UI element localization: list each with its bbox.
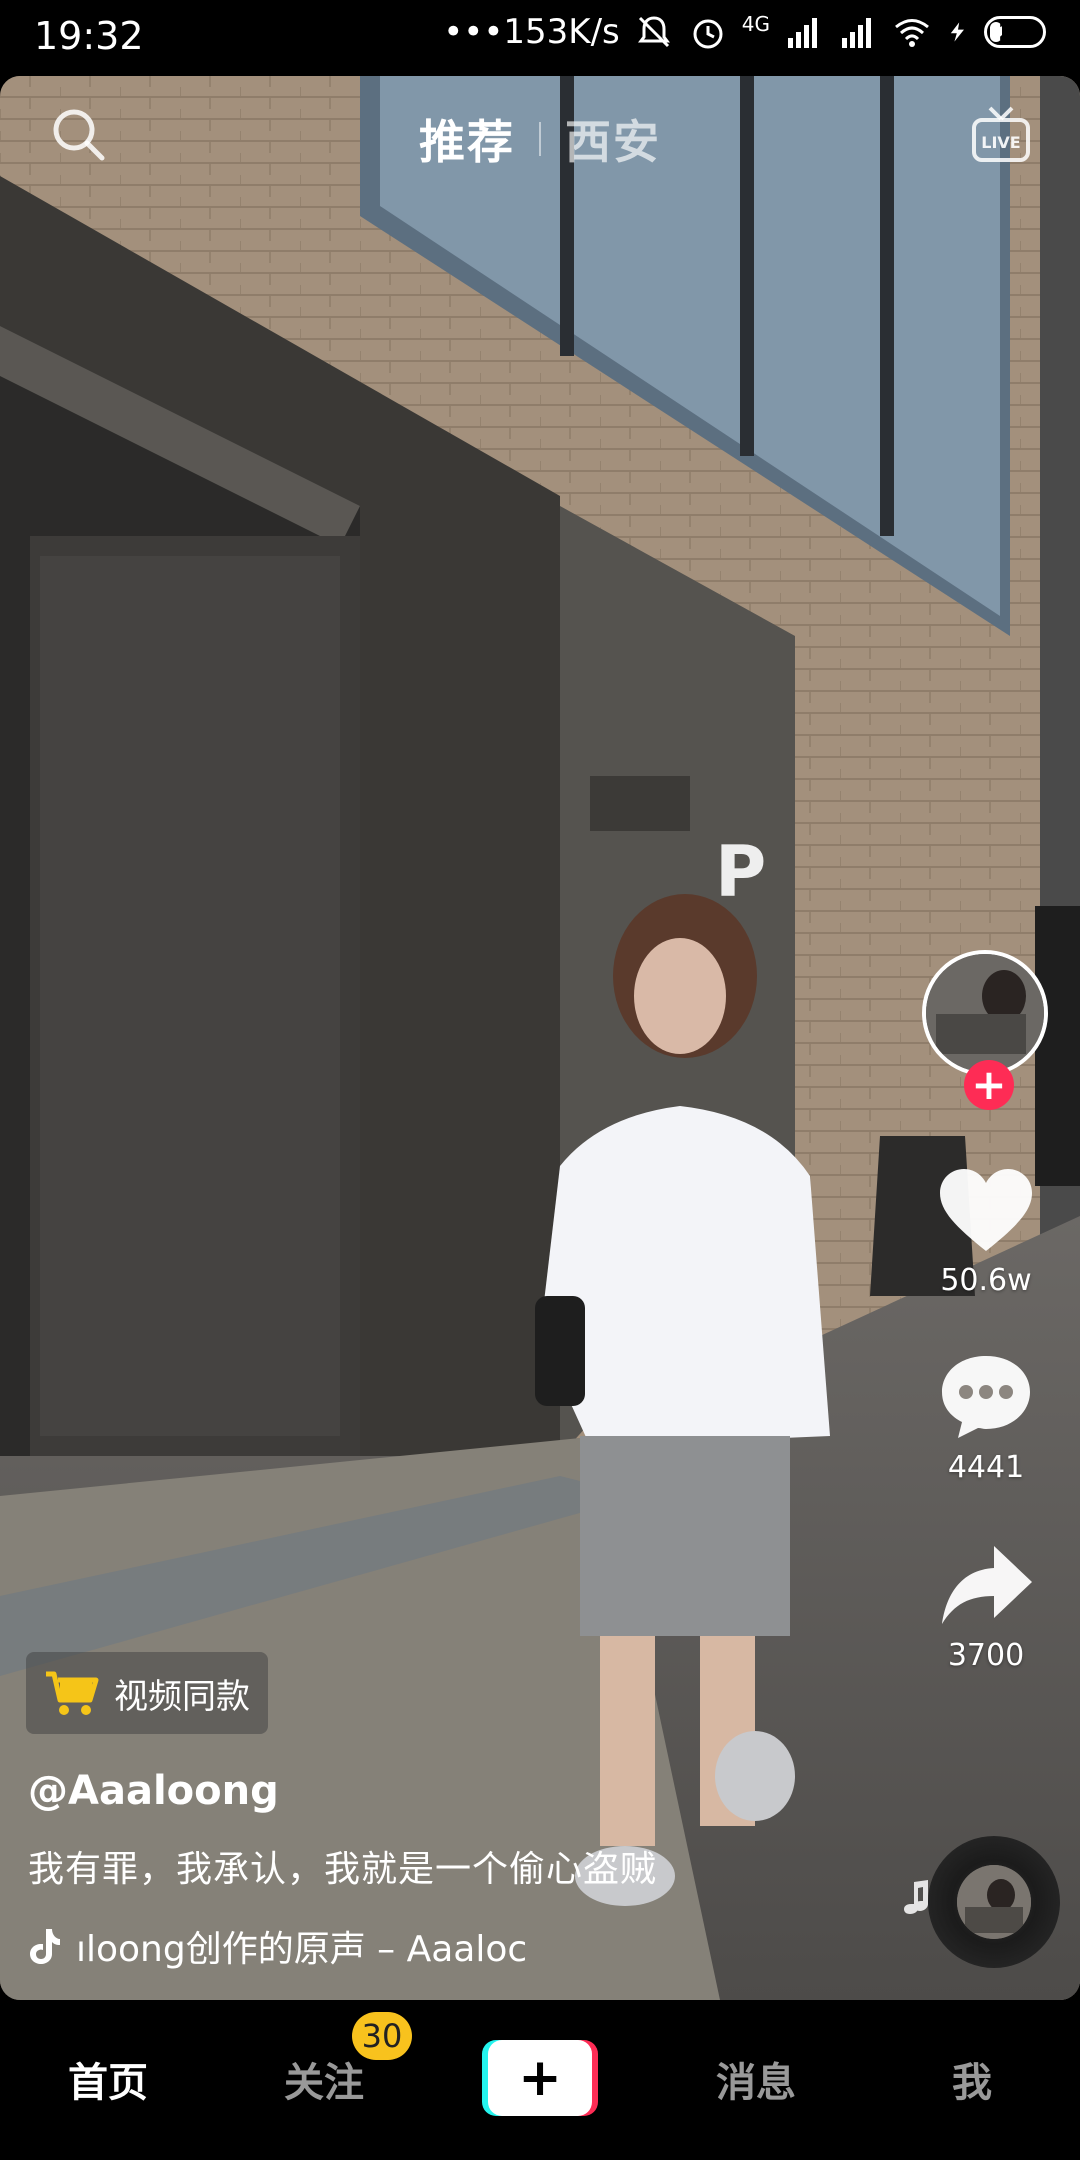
tab-recommend[interactable]: 推荐 <box>419 106 515 172</box>
share-icon[interactable] <box>936 1540 1036 1630</box>
share-count: 3700 <box>947 1638 1025 1673</box>
status-time: 19:32 <box>34 14 144 58</box>
video-caption: 我有罪，我承认，我就是一个偷心盗贼 <box>28 1849 658 1890</box>
like-count: 50.6w <box>940 1263 1032 1298</box>
music-title: ıloong创作的原声 – Aaaloc <box>76 1929 528 1970</box>
disc-cover-image <box>957 1865 1031 1939</box>
music-disc[interactable] <box>928 1836 1064 1972</box>
username[interactable]: @Aaaloong <box>28 1768 279 1814</box>
charging-icon <box>950 22 964 42</box>
follow-button[interactable]: + <box>964 1060 1014 1110</box>
screen: 19:32 •••153K/s 4G 24 P 推荐 西安 LIVE + 50.… <box>0 0 1080 2160</box>
music-info[interactable]: ıloong创作的原声 – Aaaloc <box>28 1920 596 1972</box>
nav-me[interactable]: 我 <box>872 2050 1072 2108</box>
music-disc-outer <box>928 1836 1060 1968</box>
nav-home[interactable]: 首页 <box>8 2050 208 2108</box>
create-button[interactable]: + <box>482 2040 598 2116</box>
avatar[interactable] <box>922 950 1048 1076</box>
cart-icon <box>46 1671 99 1715</box>
shop-label: 视频同款 <box>114 1676 250 1717</box>
live-icon[interactable]: LIVE <box>970 104 1032 166</box>
tab-divider <box>539 122 541 156</box>
avatar-image <box>926 954 1044 1072</box>
mute-bell-icon <box>637 16 670 48</box>
svg-text:P: P <box>715 831 766 913</box>
alarm-icon <box>693 19 723 49</box>
network-speed: •••153K/s <box>443 12 620 52</box>
music-disc-cover <box>957 1865 1031 1939</box>
shop-same-item-button[interactable]: 视频同款 <box>26 1652 268 1734</box>
status-bar: 19:32 •••153K/s 4G 24 <box>0 0 1080 76</box>
bottom-nav: 首页 关注 30 + 消息 我 <box>0 2000 1080 2160</box>
wifi-icon <box>895 19 929 47</box>
top-bar: 推荐 西安 LIVE <box>0 76 1080 196</box>
share-action[interactable]: 3700 <box>906 1540 1066 1673</box>
following-badge: 30 <box>352 2012 412 2060</box>
comment-action[interactable]: 4441 <box>906 1352 1066 1485</box>
heart-icon[interactable] <box>936 1165 1036 1255</box>
feed-tabs: 推荐 西安 <box>0 106 1080 172</box>
tab-local[interactable]: 西安 <box>565 106 661 172</box>
battery-indicator: 24 <box>984 16 1046 48</box>
nav-messages[interactable]: 消息 <box>656 2050 856 2108</box>
svg-text:LIVE: LIVE <box>981 133 1020 152</box>
plus-icon: + <box>488 2040 592 2116</box>
like-action[interactable]: 50.6w <box>906 1165 1066 1298</box>
signal-icon-2 <box>842 18 871 48</box>
comment-count: 4441 <box>947 1450 1025 1485</box>
creator-avatar-group: + <box>922 950 1052 1110</box>
tiktok-note-icon <box>30 1929 60 1964</box>
signal-icon <box>788 18 817 48</box>
comment-icon[interactable] <box>936 1352 1036 1442</box>
battery-percent: 24 <box>998 18 1032 46</box>
status-icons: •••153K/s 4G 24 <box>443 12 1046 52</box>
network-type: 4G <box>741 12 770 36</box>
